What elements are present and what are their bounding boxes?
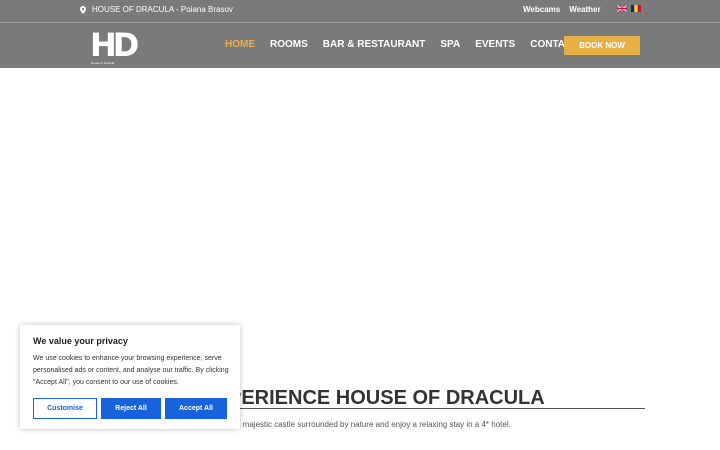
- logo-subtitle: House of Dracula: [91, 61, 115, 65]
- webcams-link[interactable]: Webcams: [523, 5, 560, 14]
- nav-rooms[interactable]: ROOMS: [270, 39, 308, 50]
- weather-link[interactable]: Weather: [569, 5, 600, 14]
- ro-flag-icon[interactable]: [631, 5, 641, 12]
- main-header: HD House of Dracula HOME ROOMS BAR & RES…: [0, 23, 720, 68]
- logo[interactable]: HD House of Dracula: [90, 26, 140, 66]
- section-heading: PERIENCE HOUSE OF DRACULA: [228, 387, 545, 409]
- main-nav: HOME ROOMS BAR & RESTAURANT SPA EVENTS C…: [225, 39, 578, 50]
- location-info: HOUSE OF DRACULA - Poiana Brasov: [80, 5, 233, 14]
- language-switcher: [617, 5, 641, 12]
- heading-underline: [228, 408, 645, 409]
- top-bar: HOUSE OF DRACULA - Poiana Brasov Webcams…: [0, 0, 720, 22]
- customise-button[interactable]: Customise: [33, 398, 97, 419]
- top-links: Webcams Weather: [523, 5, 601, 14]
- accept-all-button[interactable]: Accept All: [165, 398, 227, 419]
- en-flag-icon[interactable]: [617, 5, 627, 12]
- cookie-text: We use cookies to enhance your browsing …: [33, 355, 229, 386]
- cookie-consent-banner: We value your privacy We use cookies to …: [20, 325, 240, 429]
- cookie-buttons: Customise Reject All Accept All: [33, 398, 227, 419]
- location-text: HOUSE OF DRACULA - Poiana Brasov: [92, 5, 233, 14]
- reject-all-button[interactable]: Reject All: [101, 398, 161, 419]
- nav-spa[interactable]: SPA: [440, 39, 460, 50]
- cookie-title: We value your privacy: [33, 336, 128, 346]
- nav-events[interactable]: EVENTS: [475, 39, 515, 50]
- nav-bar-restaurant[interactable]: BAR & RESTAURANT: [323, 39, 426, 50]
- logo-mark: HD: [90, 26, 139, 64]
- section-description: a majestic castle surrounded by nature a…: [236, 420, 511, 429]
- nav-home[interactable]: HOME: [225, 39, 255, 50]
- book-now-button[interactable]: BOOK NOW: [564, 36, 640, 55]
- map-pin-icon: [80, 5, 86, 14]
